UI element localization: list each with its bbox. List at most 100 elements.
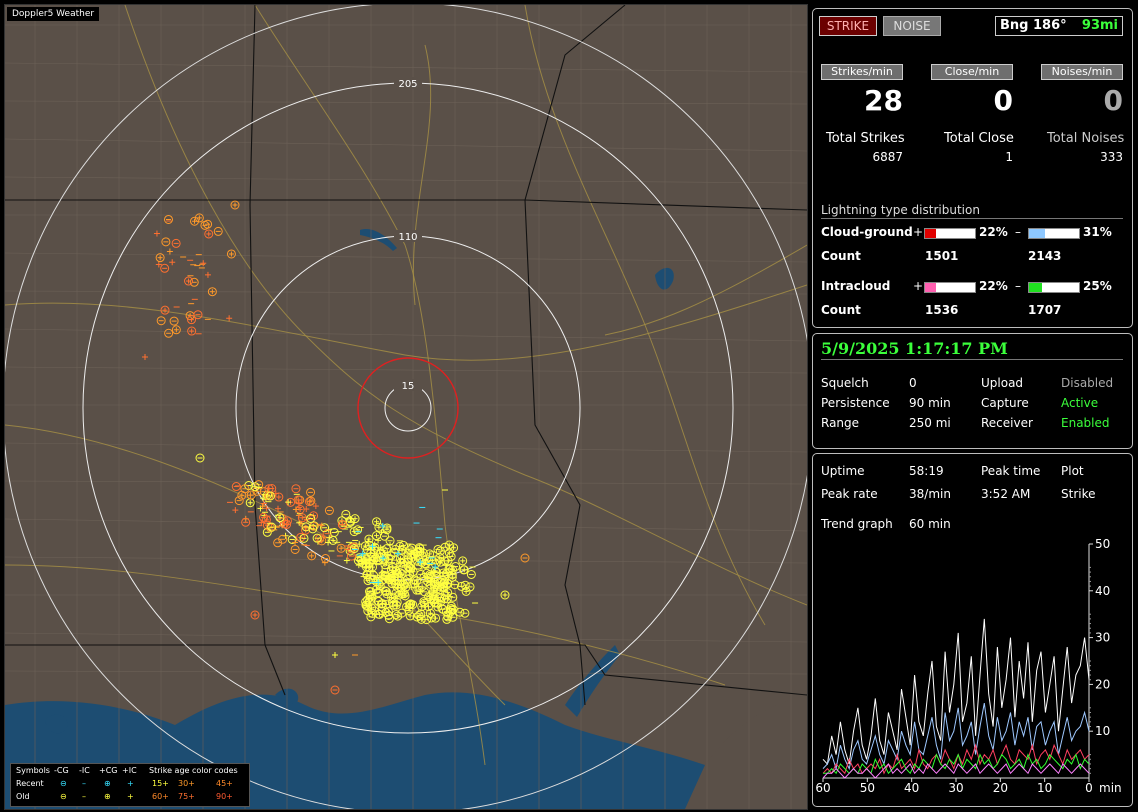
strikes-per-min-value: 28 <box>864 84 903 117</box>
strike-marker <box>375 537 382 544</box>
y-tick-label: 40 <box>1095 584 1110 598</box>
strike-marker <box>161 237 171 247</box>
y-tick-label: 20 <box>1095 677 1110 691</box>
county-lines <box>5 5 807 809</box>
legend-header-symbols: Symbols <box>16 766 50 775</box>
cg-negative-bar <box>1028 228 1080 239</box>
squelch-value: 0 <box>909 376 917 390</box>
range-value: 250 mi <box>909 416 951 430</box>
symbol-legend: Symbols -CG -IC +CG +IC Strike age color… <box>10 763 250 807</box>
total-close-value: 1 <box>1005 150 1013 164</box>
trend-graph-label: Trend graph <box>821 517 893 531</box>
y-tick-label: 10 <box>1095 724 1110 738</box>
strike-marker <box>226 249 236 259</box>
strike-marker <box>291 484 301 494</box>
map-canvas[interactable]: 205 110 15 <box>5 5 807 809</box>
close-ring <box>357 357 459 459</box>
strike-marker <box>160 305 170 315</box>
receiver-value[interactable]: Enabled <box>1061 416 1110 430</box>
range-label: Range <box>821 416 860 430</box>
lake <box>360 229 397 251</box>
strike-marker <box>171 238 181 248</box>
noise-button[interactable]: NOISE <box>883 16 941 36</box>
trend-graph-value[interactable]: 60 min <box>909 517 951 531</box>
neg-cg-symbol-icon: ⊖ <box>60 779 67 788</box>
strike-marker <box>332 652 338 658</box>
settings-panel: 5/9/2025 1:17:17 PM Squelch 0 Upload Dis… <box>812 333 1133 449</box>
bearing-readout: Bng 186° 93mi <box>995 16 1123 36</box>
state-border <box>5 199 807 211</box>
capture-label: Capture <box>981 396 1029 410</box>
age-code-15: 15+ <box>152 779 169 788</box>
noises-per-min-header[interactable]: Noises/min <box>1041 64 1123 80</box>
persistence-label: Persistence <box>821 396 890 410</box>
legend-header-age-codes: Strike age color codes <box>149 766 238 775</box>
strike-marker <box>290 544 300 554</box>
persistence-value: 90 min <box>909 396 951 410</box>
legend-header-neg-ic: -IC <box>79 766 90 775</box>
legend-header-pos-cg: +CG <box>99 766 118 775</box>
strike-marker <box>169 259 176 266</box>
trend-panel: Uptime 58:19 Peak time Plot Peak rate 38… <box>812 453 1133 807</box>
upload-value[interactable]: Disabled <box>1061 376 1113 390</box>
strike-marker <box>200 220 210 230</box>
strike-marker <box>153 230 160 237</box>
ic-negative-count: 1707 <box>1028 303 1062 317</box>
strike-marker <box>343 557 350 564</box>
strike-marker <box>204 271 211 278</box>
strike-marker <box>330 685 340 695</box>
strike-marker <box>324 506 334 516</box>
ic-count-label: Count <box>821 303 861 317</box>
strike-marker <box>382 523 392 533</box>
strike-marker <box>307 551 317 561</box>
strikes-per-min-header[interactable]: Strikes/min <box>821 64 903 80</box>
strike-marker <box>204 229 214 239</box>
legend-header-neg-cg: -CG <box>54 766 69 775</box>
bearing-distance: 93mi <box>1081 18 1118 33</box>
capture-value[interactable]: Active <box>1061 396 1098 410</box>
strike-button[interactable]: STRIKE <box>819 16 877 36</box>
ic-negative-bar <box>1028 282 1080 293</box>
strike-marker <box>213 226 223 236</box>
pos-cg-symbol-icon: ⊕ <box>104 779 111 788</box>
bearing-label: Bng 186° <box>1000 18 1067 33</box>
strike-marker <box>458 556 468 566</box>
peak-rate-label: Peak rate <box>821 487 878 501</box>
state-border <box>265 644 807 696</box>
cg-negative-pct: 31% <box>1083 225 1112 239</box>
total-close-label: Total Close <box>944 131 1014 146</box>
ic-positive-pct: 22% <box>979 279 1008 293</box>
trend-series-0 <box>822 618 1090 766</box>
plot-value[interactable]: Strike <box>1061 487 1096 501</box>
close-per-min-header[interactable]: Close/min <box>931 64 1013 80</box>
total-strikes-label: Total Strikes <box>826 131 905 146</box>
highway <box>254 5 486 766</box>
highway <box>524 5 766 626</box>
uptime-label: Uptime <box>821 464 865 478</box>
ic-negative-pct: 25% <box>1083 279 1112 293</box>
strike-marker <box>232 507 239 514</box>
x-tick-label: 50 <box>860 781 875 795</box>
total-noises-label: Total Noises <box>1047 131 1125 146</box>
ring-label-15: 15 <box>402 381 415 392</box>
ic-positive-count: 1536 <box>925 303 959 317</box>
strike-marker <box>274 492 284 502</box>
radar-map[interactable]: 205 110 15 Doppler5 Weather Symbols -CG -I… <box>4 4 808 810</box>
total-strikes-value: 6887 <box>872 150 903 164</box>
strike-marker <box>160 263 170 273</box>
divider <box>821 218 1123 219</box>
cg-label: Cloud-ground <box>821 225 913 239</box>
uptime-value: 58:19 <box>909 464 944 478</box>
pos-cg-old-symbol-icon: ⊕ <box>104 792 111 801</box>
receiver-label: Receiver <box>981 416 1033 430</box>
trend-series-4 <box>822 763 1090 779</box>
strike-marker <box>189 277 199 287</box>
ic-label: Intracloud <box>821 279 891 293</box>
y-tick-label: 50 <box>1095 537 1110 551</box>
strike-marker <box>250 610 260 620</box>
florida-land <box>685 695 807 809</box>
map-title: Doppler5 Weather <box>7 7 100 21</box>
strike-stats-panel: STRIKE NOISE Bng 186° 93mi Strikes/min C… <box>812 8 1133 328</box>
total-noises-value: 333 <box>1100 150 1123 164</box>
close-per-min-value: 0 <box>993 84 1013 117</box>
